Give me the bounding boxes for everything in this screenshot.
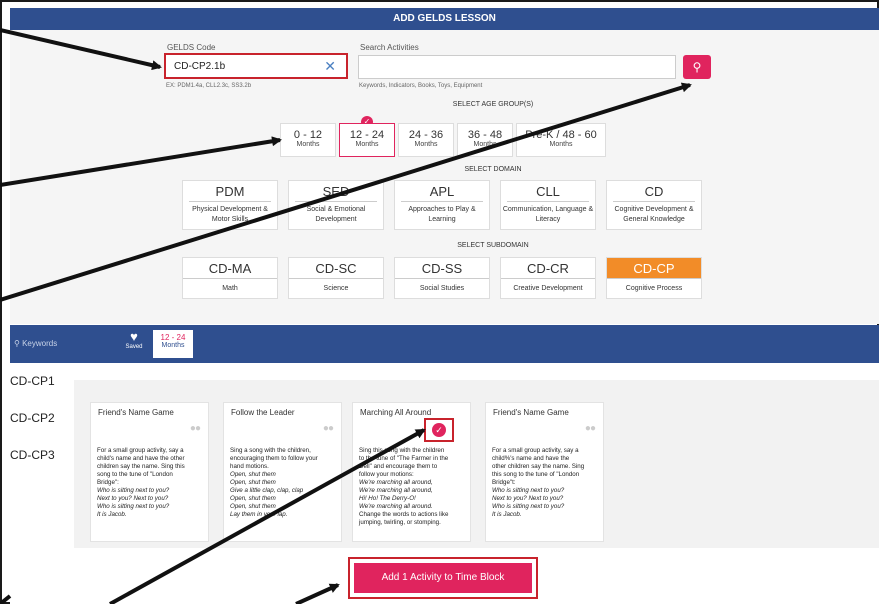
domain-sed[interactable]: SED Social & Emotional Development bbox=[288, 180, 384, 230]
saved-label: Saved bbox=[125, 344, 143, 350]
indicator-cd-cp2[interactable]: CD-CP2 bbox=[10, 411, 55, 425]
age-option-0-12[interactable]: 0 - 12 Months bbox=[280, 123, 336, 157]
add-activity-label: Add 1 Activity to Time Block bbox=[354, 563, 532, 593]
search-button[interactable]: ⚲ bbox=[683, 55, 711, 79]
keywords-search[interactable]: ⚲ Keywords bbox=[14, 339, 57, 348]
card-title: Friend's Name Game bbox=[98, 408, 174, 417]
gelds-label: GELDS Code bbox=[167, 43, 216, 52]
age-option-prek[interactable]: Pre-K / 48 - 60 Months bbox=[516, 123, 606, 157]
subdomain-cd-ma[interactable]: CD-MA Math bbox=[182, 257, 278, 299]
subdomain-cd-cp[interactable]: CD-CP Cognitive Process bbox=[606, 257, 702, 299]
activity-card[interactable]: Follow the Leader ●● Sing a song with th… bbox=[223, 402, 342, 542]
gelds-hint: EX: PDM1.4a, CLL2.3c, SS3.2b bbox=[166, 83, 252, 89]
gelds-code-input[interactable]: CD-CP2.1b ✕ bbox=[164, 53, 348, 79]
check-icon: ✓ bbox=[432, 423, 446, 437]
card-body: Sing a song with the children, encouragin… bbox=[230, 447, 318, 518]
age-option-24-36[interactable]: 24 - 36 Months bbox=[398, 123, 454, 157]
domain-cd[interactable]: CD Cognitive Development & General Knowle… bbox=[606, 180, 702, 230]
domain-apl[interactable]: APL Approaches to Play & Learning bbox=[394, 180, 490, 230]
card-title: Follow the Leader bbox=[231, 408, 295, 417]
indicator-cd-cp3[interactable]: CD-CP3 bbox=[10, 448, 55, 462]
card-actions-icon[interactable]: ●● bbox=[323, 423, 334, 434]
age-option-12-24[interactable]: 12 - 24 Months bbox=[339, 123, 395, 157]
content-header bbox=[74, 363, 879, 380]
card-body: For a small group activity, say a child%'… bbox=[492, 447, 585, 518]
search-icon: ⚲ bbox=[14, 339, 23, 348]
subdomain-cd-cr[interactable]: CD-CR Creative Development bbox=[500, 257, 596, 299]
add-activity-button[interactable]: Add 1 Activity to Time Block bbox=[348, 557, 538, 599]
domain-pdm[interactable]: PDM Physical Development & Motor Skills bbox=[182, 180, 278, 230]
domain-title: SELECT DOMAIN bbox=[464, 166, 522, 173]
age-filter-chip[interactable]: 12 - 24 Months bbox=[153, 330, 193, 358]
saved-filter-button[interactable]: ♥ Saved bbox=[120, 330, 148, 358]
search-icon: ⚲ bbox=[692, 60, 702, 74]
card-title: Friend's Name Game bbox=[493, 408, 569, 417]
card-body: Sing this song with the children to the t… bbox=[359, 447, 449, 526]
card-body: For a small group activity, say a child's… bbox=[97, 447, 185, 518]
gelds-code-value: CD-CP2.1b bbox=[174, 61, 226, 72]
clear-icon[interactable]: ✕ bbox=[324, 58, 336, 75]
subdomain-cd-ss[interactable]: CD-SS Social Studies bbox=[394, 257, 490, 299]
age-group-title: SELECT AGE GROUP(S) bbox=[452, 101, 534, 108]
card-actions-icon[interactable]: ●● bbox=[190, 423, 201, 434]
subdomain-title: SELECT SUBDOMAIN bbox=[457, 242, 529, 249]
search-hint: Keywords, Indicators, Books, Toys, Equip… bbox=[359, 83, 483, 89]
search-label: Search Activities bbox=[360, 43, 419, 52]
card-title: Marching All Around bbox=[360, 408, 432, 417]
age-option-36-48[interactable]: 36 - 48 Months bbox=[457, 123, 513, 157]
activity-card[interactable]: Friend's Name Game ●● For a small group … bbox=[90, 402, 209, 542]
domain-cll[interactable]: CLL Communication, Language & Literacy bbox=[500, 180, 596, 230]
age-chip-range: 12 - 24 bbox=[160, 333, 186, 342]
card-actions-icon[interactable]: ●● bbox=[585, 423, 596, 434]
age-chip-unit: Months bbox=[161, 342, 185, 349]
heart-icon: ♥ bbox=[130, 329, 138, 344]
subdomain-cd-sc[interactable]: CD-SC Science bbox=[288, 257, 384, 299]
page-header: ADD GELDS LESSON bbox=[10, 8, 879, 30]
keywords-placeholder: Keywords bbox=[22, 339, 58, 348]
card-select-toggle[interactable]: ✓ bbox=[424, 418, 454, 442]
activity-card[interactable]: Friend's Name Game ●● For a small group … bbox=[485, 402, 604, 542]
indicator-cd-cp1[interactable]: CD-CP1 bbox=[10, 374, 55, 388]
search-input[interactable] bbox=[358, 55, 676, 79]
